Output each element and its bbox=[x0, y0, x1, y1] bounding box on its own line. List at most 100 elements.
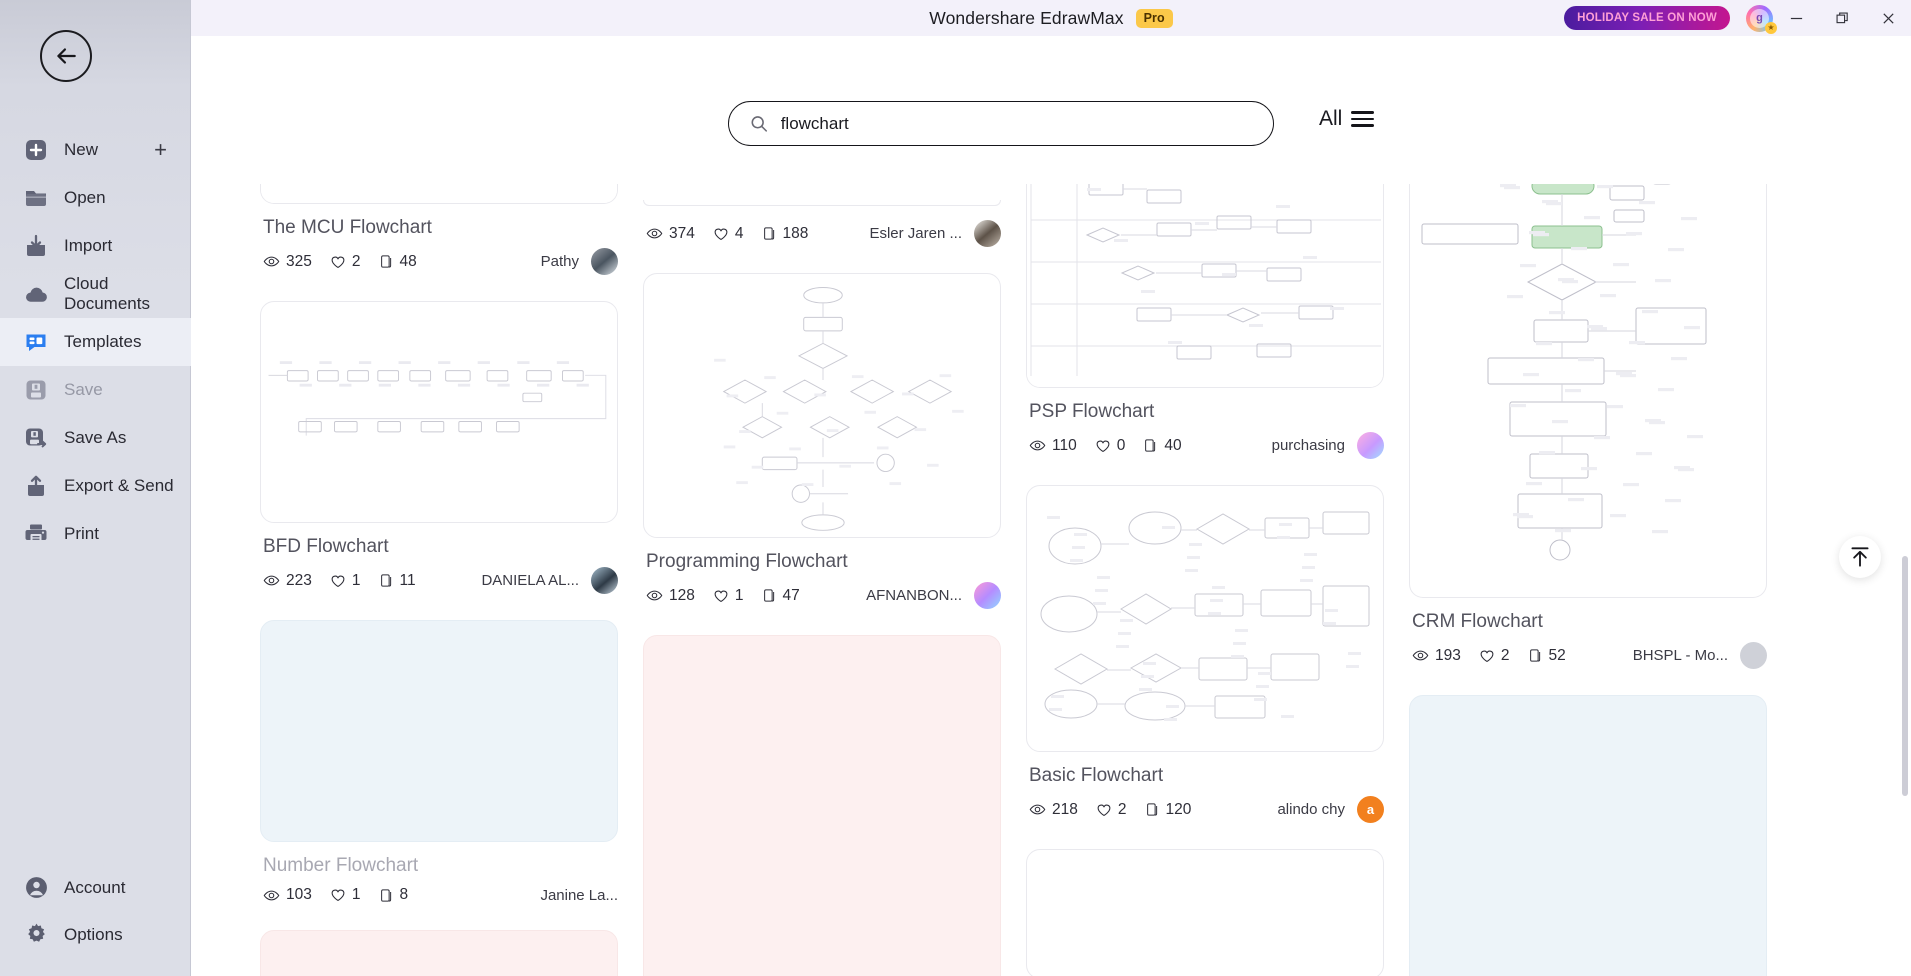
template-author[interactable]: DANIELA AL... bbox=[481, 567, 618, 594]
template-thumbnail[interactable] bbox=[643, 273, 1001, 538]
template-card[interactable]: PSP Flowchart 110 0 40 purchasing bbox=[1026, 184, 1384, 459]
sidebar-bottom-menu: Account Options bbox=[0, 864, 191, 958]
sidebar-item-print[interactable]: Print bbox=[0, 510, 191, 558]
template-author[interactable]: BHSPL - Mo... bbox=[1633, 642, 1767, 669]
template-thumbnail[interactable] bbox=[260, 620, 618, 842]
template-thumbnail[interactable] bbox=[260, 184, 618, 204]
template-author[interactable]: Pathy bbox=[541, 248, 618, 275]
sidebar-menu: New + Open Import Cloud Documents Templa… bbox=[0, 126, 191, 558]
sidebar-item-export-send[interactable]: Export & Send bbox=[0, 462, 191, 510]
template-author[interactable]: AFNANBON... bbox=[866, 582, 1001, 609]
gear-icon bbox=[23, 922, 49, 948]
template-title[interactable]: Basic Flowchart bbox=[1029, 765, 1382, 787]
author-name: purchasing bbox=[1271, 437, 1345, 454]
views-count: 128 bbox=[669, 586, 695, 604]
copies-icon bbox=[1145, 439, 1156, 452]
thumbnail-sketch bbox=[1027, 184, 1383, 387]
sidebar-item-open[interactable]: Open bbox=[0, 174, 191, 222]
template-meta: 325 2 48 Pathy bbox=[260, 248, 618, 275]
copies-icon bbox=[380, 574, 391, 587]
user-avatar[interactable]: g ★ bbox=[1746, 4, 1777, 34]
back-button[interactable] bbox=[40, 30, 92, 82]
template-thumbnail[interactable] bbox=[1409, 695, 1767, 976]
thumbnail-sketch bbox=[1421, 184, 1707, 561]
sidebar-item-save-as[interactable]: Save As bbox=[0, 414, 191, 462]
search-input[interactable] bbox=[780, 113, 1253, 134]
template-title[interactable]: The MCU Flowchart bbox=[263, 217, 616, 239]
export-icon bbox=[23, 473, 49, 499]
template-thumbnail[interactable] bbox=[260, 930, 618, 976]
holiday-sale-button[interactable]: HOLIDAY SALE ON NOW bbox=[1564, 6, 1730, 30]
close-button[interactable] bbox=[1865, 0, 1911, 36]
template-thumbnail[interactable] bbox=[260, 301, 618, 523]
sidebar-item-label: Options bbox=[64, 924, 123, 944]
templates-column: PSP Flowchart 110 0 40 purchasing Basic … bbox=[1026, 184, 1384, 976]
sidebar-item-templates[interactable]: Templates bbox=[0, 318, 191, 366]
thumbnail-sketch bbox=[714, 287, 964, 531]
sidebar-item-import[interactable]: Import bbox=[0, 222, 191, 270]
sidebar: New + Open Import Cloud Documents Templa… bbox=[0, 0, 191, 976]
template-thumbnail[interactable] bbox=[1409, 184, 1767, 598]
template-author[interactable]: Janine La... bbox=[540, 887, 618, 904]
avatar bbox=[591, 248, 618, 275]
template-card[interactable]: Number Flowchart 103 1 8 Janine La... bbox=[260, 620, 618, 904]
template-author[interactable]: Esler Jaren ... bbox=[869, 220, 1001, 247]
views-stat: 103 bbox=[263, 886, 312, 904]
minimize-button[interactable] bbox=[1773, 0, 1819, 36]
folder-icon bbox=[23, 185, 49, 211]
sidebar-item-account[interactable]: Account bbox=[0, 864, 191, 911]
template-title[interactable]: PSP Flowchart bbox=[1029, 401, 1382, 423]
template-thumbnail[interactable] bbox=[1026, 184, 1384, 388]
template-card[interactable]: 374 4 188 Esler Jaren ... bbox=[643, 200, 1001, 247]
template-title[interactable]: CRM Flowchart bbox=[1412, 611, 1765, 633]
likes-stat: 2 bbox=[330, 253, 361, 271]
new-icon bbox=[23, 137, 49, 163]
template-card[interactable]: Programming Flowchart 128 1 47 AFNANBON.… bbox=[643, 273, 1001, 609]
template-thumbnail[interactable] bbox=[643, 200, 1001, 206]
views-stat: 325 bbox=[263, 253, 312, 271]
template-title[interactable]: Number Flowchart bbox=[263, 855, 616, 877]
search-box[interactable] bbox=[728, 101, 1274, 146]
thumbnail-sketch bbox=[261, 184, 617, 203]
copies-icon bbox=[1529, 649, 1540, 662]
template-card[interactable] bbox=[260, 930, 618, 976]
back-arrow-icon bbox=[57, 48, 76, 64]
template-card[interactable]: BFD Flowchart 223 1 11 DANIELA AL... bbox=[260, 301, 618, 594]
template-thumbnail[interactable] bbox=[643, 635, 1001, 976]
copies-icon bbox=[763, 227, 774, 240]
likes-icon bbox=[714, 590, 728, 602]
template-thumbnail[interactable] bbox=[1026, 849, 1384, 976]
sidebar-item-cloud-documents[interactable]: Cloud Documents bbox=[0, 270, 191, 318]
template-card[interactable] bbox=[1409, 695, 1767, 976]
template-title bbox=[643, 206, 1001, 208]
scroll-to-top-button[interactable] bbox=[1839, 536, 1881, 578]
template-meta: 103 1 8 Janine La... bbox=[260, 886, 618, 904]
template-title[interactable]: BFD Flowchart bbox=[263, 536, 616, 558]
save-as-icon bbox=[23, 425, 49, 451]
template-thumbnail[interactable] bbox=[1026, 485, 1384, 752]
copies-stat: 40 bbox=[1143, 437, 1182, 455]
views-icon bbox=[263, 256, 280, 267]
template-card[interactable]: The MCU Flowchart 325 2 48 Pathy bbox=[260, 184, 618, 275]
new-plus-button[interactable]: + bbox=[154, 139, 167, 161]
author-name: DANIELA AL... bbox=[481, 572, 579, 589]
vertical-scrollbar[interactable] bbox=[1902, 556, 1908, 796]
template-card[interactable] bbox=[643, 635, 1001, 976]
views-stat: 218 bbox=[1029, 801, 1078, 819]
views-stat: 223 bbox=[263, 572, 312, 590]
author-name: Pathy bbox=[540, 253, 579, 270]
template-title[interactable]: Programming Flowchart bbox=[646, 551, 999, 573]
restore-button[interactable] bbox=[1819, 0, 1865, 36]
template-author[interactable]: alindo chy a bbox=[1277, 796, 1384, 823]
template-author[interactable]: purchasing bbox=[1272, 432, 1384, 459]
copies-stat: 11 bbox=[379, 572, 416, 590]
template-card[interactable] bbox=[1026, 849, 1384, 976]
sidebar-item-new[interactable]: New + bbox=[0, 126, 191, 174]
filter-all-button[interactable]: All bbox=[1319, 107, 1375, 131]
sidebar-item-options[interactable]: Options bbox=[0, 911, 191, 958]
sidebar-item-label: Save As bbox=[64, 428, 127, 447]
template-card[interactable]: CRM Flowchart 193 2 52 BHSPL - Mo... bbox=[1409, 184, 1767, 669]
template-card[interactable]: Basic Flowchart 218 2 120 alindo chy a bbox=[1026, 485, 1384, 823]
likes-icon bbox=[331, 889, 345, 901]
sidebar-item-label: Templates bbox=[64, 332, 142, 351]
